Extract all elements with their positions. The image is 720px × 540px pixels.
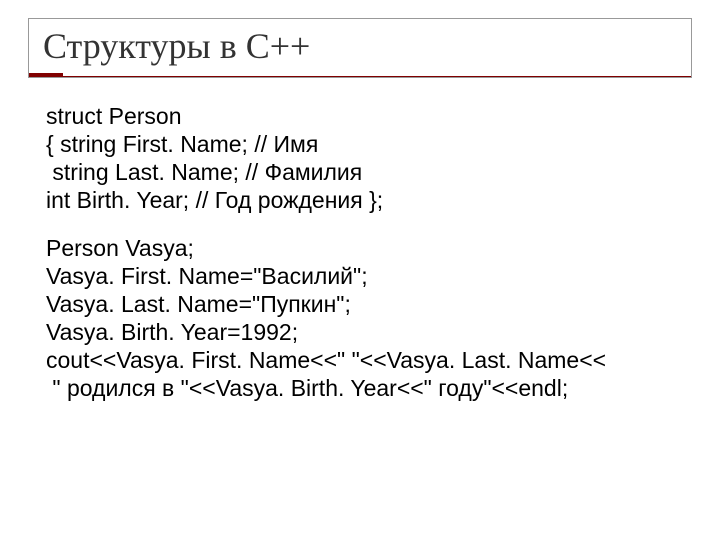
code-line: struct Person	[46, 102, 682, 130]
slide-body: struct Person { string First. Name; // И…	[28, 98, 692, 402]
code-line: Vasya. Birth. Year=1992;	[46, 318, 682, 346]
code-line: " родился в "<<Vasya. Birth. Year<<" год…	[46, 374, 682, 402]
code-block-usage: Person Vasya; Vasya. First. Name="Васили…	[46, 234, 682, 402]
code-line: { string First. Name; // Имя	[46, 130, 682, 158]
title-accent	[29, 73, 63, 77]
code-line: string Last. Name; // Фамилия	[46, 158, 682, 186]
code-line: cout<<Vasya. First. Name<<" "<<Vasya. La…	[46, 346, 682, 374]
code-block-struct: struct Person { string First. Name; // И…	[46, 102, 682, 214]
code-line: Person Vasya;	[46, 234, 682, 262]
code-line: Vasya. First. Name="Василий";	[46, 262, 682, 290]
title-container: Структуры в С++	[28, 18, 692, 78]
code-line: Vasya. Last. Name="Пупкин";	[46, 290, 682, 318]
title-underline	[29, 76, 691, 77]
code-line: int Birth. Year; // Год рождения };	[46, 186, 682, 214]
slide-title: Структуры в С++	[43, 25, 677, 67]
slide: Структуры в С++ struct Person { string F…	[0, 0, 720, 540]
